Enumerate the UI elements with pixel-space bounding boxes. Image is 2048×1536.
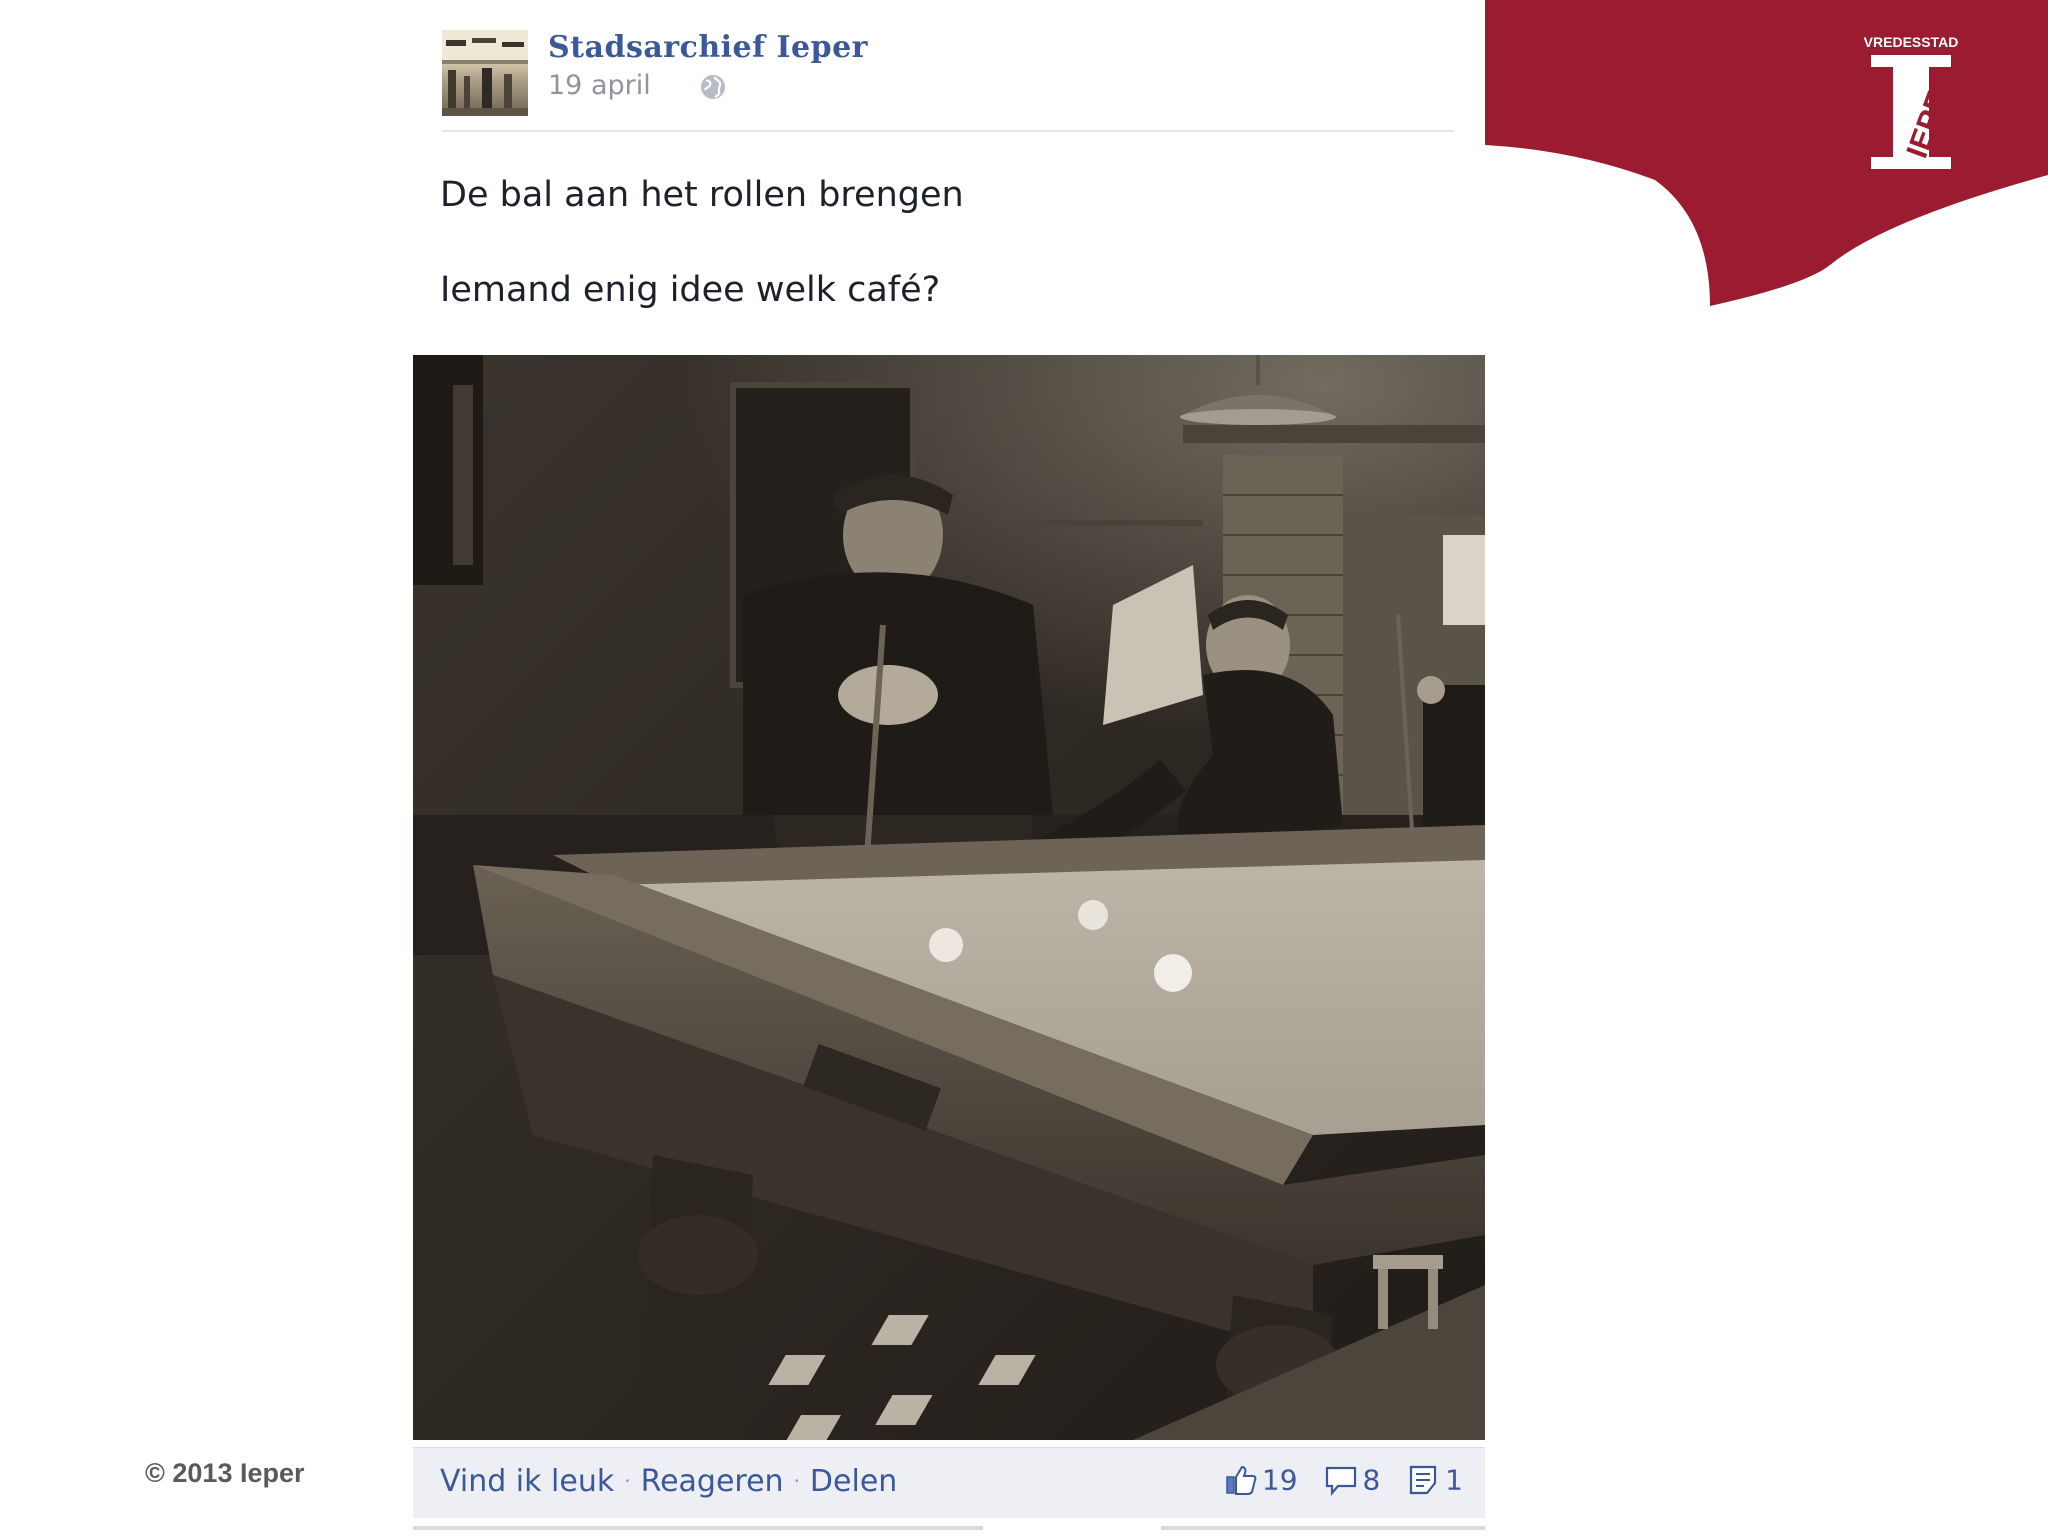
comment-link[interactable]: Reageren bbox=[641, 1464, 784, 1499]
comment-icon bbox=[1326, 1466, 1357, 1496]
page-name[interactable]: Stadsarchief Ieper bbox=[548, 30, 868, 65]
separator: · bbox=[624, 1469, 631, 1493]
bottom-divider bbox=[413, 1526, 1485, 1530]
likes-count: 19 bbox=[1261, 1463, 1298, 1497]
post-header: Stadsarchief Ieper 19 april bbox=[442, 30, 1454, 132]
post-counts: 19 8 1 bbox=[1206, 1462, 1463, 1502]
post-text-line-2: Iemand enig idee welk café? bbox=[440, 270, 941, 310]
ieper-banner: VREDESSTAD IEPER bbox=[1485, 0, 2048, 306]
facebook-post: Stadsarchief Ieper 19 april De bal aan h… bbox=[413, 0, 1485, 1536]
shares-count-item[interactable]: 1 bbox=[1407, 1462, 1463, 1497]
post-text-line-1: De bal aan het rollen brengen bbox=[440, 175, 964, 215]
like-link[interactable]: Vind ik leuk bbox=[440, 1464, 614, 1499]
page-avatar[interactable] bbox=[442, 30, 528, 116]
thumbs-up-icon bbox=[1226, 1465, 1257, 1495]
post-actions: Vind ik leuk · Reageren · Delen bbox=[440, 1464, 897, 1499]
post-photo[interactable] bbox=[413, 355, 1485, 1440]
separator: · bbox=[793, 1469, 800, 1493]
share-link[interactable]: Delen bbox=[810, 1464, 897, 1499]
comments-count: 8 bbox=[1362, 1463, 1381, 1497]
likes-count-item[interactable]: 19 bbox=[1224, 1462, 1298, 1497]
post-date[interactable]: 19 april bbox=[548, 70, 651, 101]
copyright-notice: © 2013 Ieper bbox=[145, 1458, 305, 1488]
shares-count: 1 bbox=[1445, 1463, 1463, 1497]
comments-count-item[interactable]: 8 bbox=[1324, 1462, 1380, 1497]
post-action-bar: Vind ik leuk · Reageren · Delen 19 8 1 bbox=[413, 1447, 1485, 1518]
share-icon bbox=[1410, 1465, 1437, 1495]
globe-icon bbox=[701, 75, 725, 99]
banner-tagline: VREDESSTAD bbox=[1864, 34, 1959, 50]
